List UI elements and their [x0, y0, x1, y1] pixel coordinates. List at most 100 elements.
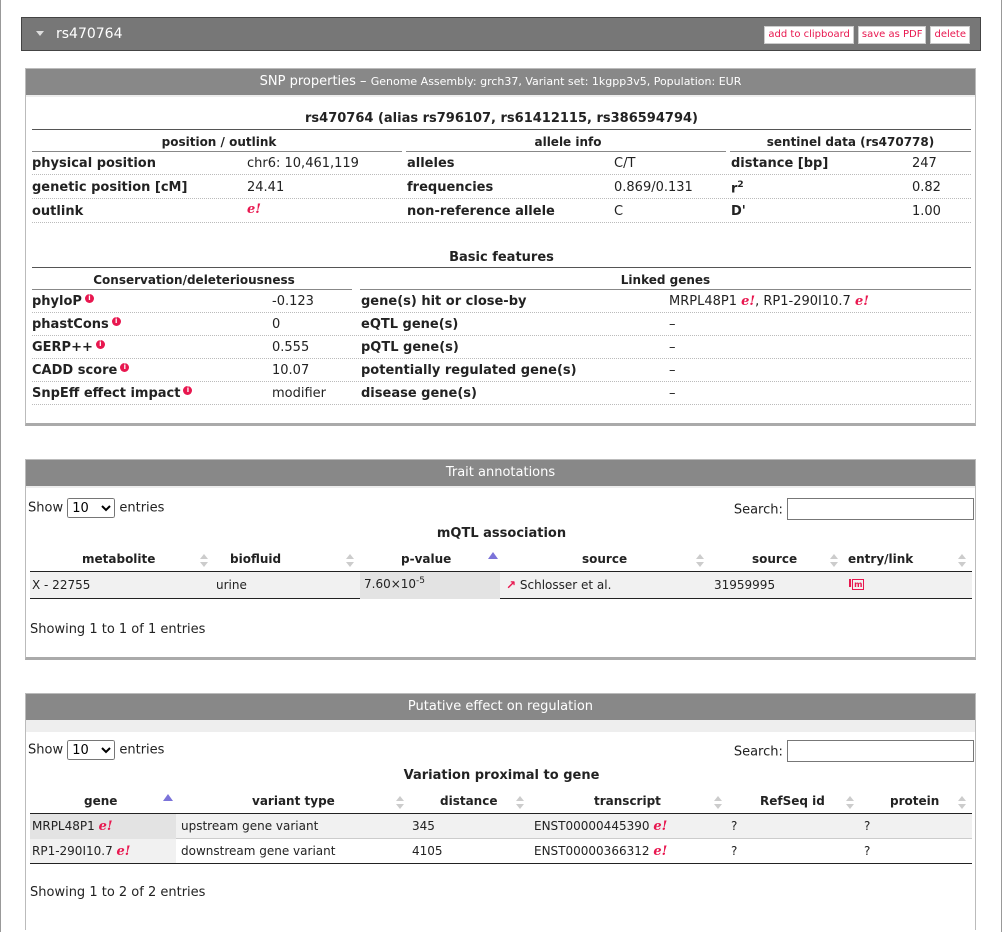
search-input[interactable]	[787, 498, 974, 520]
property-value: 0.82	[912, 180, 941, 195]
col-header-conservation: Conservation/deleteriousness	[93, 273, 295, 287]
cell-p-value: 7.60×10-5	[364, 576, 426, 591]
feature-label: potentially regulated gene(s)	[361, 363, 577, 378]
th-distance[interactable]: distance	[440, 794, 497, 808]
feature-row: phastCons i 0 eQTL gene(s) –	[32, 313, 971, 336]
variant-title: rs470764	[56, 26, 123, 42]
sort-icon[interactable]	[958, 796, 966, 810]
property-label: outlink	[32, 204, 84, 219]
cell-protein: ?	[864, 819, 871, 833]
property-label: genetic position [cM]	[32, 180, 188, 195]
sort-icon[interactable]	[396, 796, 404, 810]
th-refseq[interactable]: RefSeq id	[760, 794, 825, 808]
ensembl-icon[interactable]: e!	[117, 844, 131, 859]
regulation-panel: Putative effect on regulation Show 10 en…	[25, 693, 976, 930]
property-value: 1.00	[912, 204, 941, 219]
snp-panel-title: SNP properties – Genome Assembly: grch37…	[26, 69, 975, 95]
sort-icon[interactable]	[516, 796, 524, 810]
variation-table-title: Variation proximal to gene	[403, 768, 600, 783]
feature-value: MRPL48P1 e!, RP1-290I10.7 e!	[669, 294, 869, 309]
property-label: D'	[731, 204, 746, 219]
sort-ascending-icon[interactable]	[488, 552, 498, 559]
th-metabolite[interactable]: metabolite	[82, 552, 155, 566]
sort-icon[interactable]	[714, 796, 722, 810]
feature-label: phyloP i	[32, 294, 94, 309]
sort-icon[interactable]	[696, 554, 704, 568]
delete-button[interactable]: delete	[930, 26, 970, 44]
property-value: 0.869/0.131	[614, 180, 693, 195]
ensembl-icon[interactable]: e!	[855, 294, 869, 309]
feature-label: gene(s) hit or close-by	[361, 294, 527, 309]
sort-icon[interactable]	[200, 554, 208, 568]
sort-icon[interactable]	[346, 554, 354, 568]
cell-biofluid: urine	[216, 578, 247, 592]
feature-label: CADD score i	[32, 363, 130, 378]
ensembl-icon[interactable]: e!	[653, 819, 667, 834]
info-icon[interactable]: i	[120, 363, 130, 372]
snp-row: genetic position [cM] 24.41 frequencies …	[32, 176, 971, 199]
th-source[interactable]: source	[582, 552, 627, 566]
ensembl-icon[interactable]: e!	[653, 844, 667, 859]
property-value: C	[614, 204, 624, 219]
info-icon[interactable]: i	[111, 317, 121, 326]
search-control: Search:	[734, 498, 974, 520]
property-value: 247	[912, 156, 937, 171]
info-icon[interactable]: i	[95, 340, 105, 349]
entries-select[interactable]: 10	[67, 740, 116, 760]
cell-gene: MRPL48P1 e!	[32, 819, 113, 834]
cell-distance: 345	[412, 819, 435, 833]
table-info: Showing 1 to 1 of 1 entries	[30, 622, 206, 637]
save-as-pdf-button[interactable]: save as PDF	[857, 26, 927, 44]
th-variant-type[interactable]: variant type	[252, 794, 335, 808]
cell-source[interactable]: ↗ Schlosser et al.	[506, 578, 611, 592]
th-p-value[interactable]: p-value	[401, 552, 451, 566]
table-row: X - 22755 urine 7.60×10-5 ↗ Schlosser et…	[30, 572, 972, 599]
basic-features-title: Basic features	[449, 250, 554, 265]
property-value: C/T	[614, 156, 636, 171]
property-label: distance [bp]	[731, 156, 829, 171]
th-transcript[interactable]: transcript	[594, 794, 661, 808]
feature-value: 0	[272, 317, 281, 332]
th-protein[interactable]: protein	[890, 794, 939, 808]
mqtl-table-header: metabolite biofluid p-value source sourc…	[30, 550, 972, 572]
ensembl-icon[interactable]: e!	[99, 819, 113, 834]
trait-panel-title: Trait annotations	[26, 460, 975, 486]
property-label: r2	[731, 180, 744, 197]
regulation-panel-title: Putative effect on regulation	[26, 694, 975, 720]
database-link-icon[interactable]: Im	[848, 577, 865, 590]
sort-icon[interactable]	[830, 554, 838, 568]
feature-row: GERP++ i 0.555 pQTL gene(s) –	[32, 336, 971, 359]
sort-icon[interactable]	[958, 554, 966, 568]
collapse-triangle-icon[interactable]	[36, 31, 44, 36]
th-biofluid[interactable]: biofluid	[230, 552, 281, 566]
variant-header[interactable]: rs470764 add to clipboard save as PDF de…	[21, 17, 981, 51]
search-input[interactable]	[787, 740, 974, 762]
feature-value: -0.123	[272, 294, 314, 309]
th-source-id[interactable]: source	[752, 552, 797, 566]
page: rs470764 add to clipboard save as PDF de…	[0, 0, 1002, 932]
th-entry-link[interactable]: entry/link	[848, 552, 913, 566]
snp-row: physical position chr6: 10,461,119 allel…	[32, 152, 971, 175]
sort-ascending-icon[interactable]	[163, 794, 173, 801]
ensembl-icon[interactable]: e!	[247, 202, 261, 217]
ensembl-icon[interactable]: e!	[741, 294, 755, 309]
feature-label: disease gene(s)	[361, 386, 477, 401]
th-gene[interactable]: gene	[84, 794, 117, 808]
property-value: chr6: 10,461,119	[247, 156, 359, 171]
feature-row: phyloP i -0.123 gene(s) hit or close-by M…	[32, 290, 971, 313]
col-header-linked-genes: Linked genes	[620, 273, 711, 287]
add-to-clipboard-button[interactable]: add to clipboard	[764, 26, 854, 44]
feature-value: –	[669, 317, 676, 332]
snp-heading: rs470764 (alias rs796107, rs61412115, rs…	[305, 111, 698, 126]
col-header-position: position / outlink	[161, 135, 277, 149]
info-icon[interactable]: i	[84, 294, 94, 303]
feature-value: –	[669, 363, 676, 378]
snp-properties-panel: SNP properties – Genome Assembly: grch37…	[25, 68, 976, 426]
entries-select[interactable]: 10	[67, 498, 116, 518]
col-header-allele: allele info	[534, 135, 602, 149]
table-row: RP1-290I10.7 e! downstream gene variant …	[30, 839, 972, 864]
info-icon[interactable]: i	[183, 386, 193, 395]
sort-icon[interactable]	[846, 796, 854, 810]
property-value: 24.41	[247, 180, 285, 195]
external-link-icon[interactable]: ↗	[506, 578, 516, 592]
